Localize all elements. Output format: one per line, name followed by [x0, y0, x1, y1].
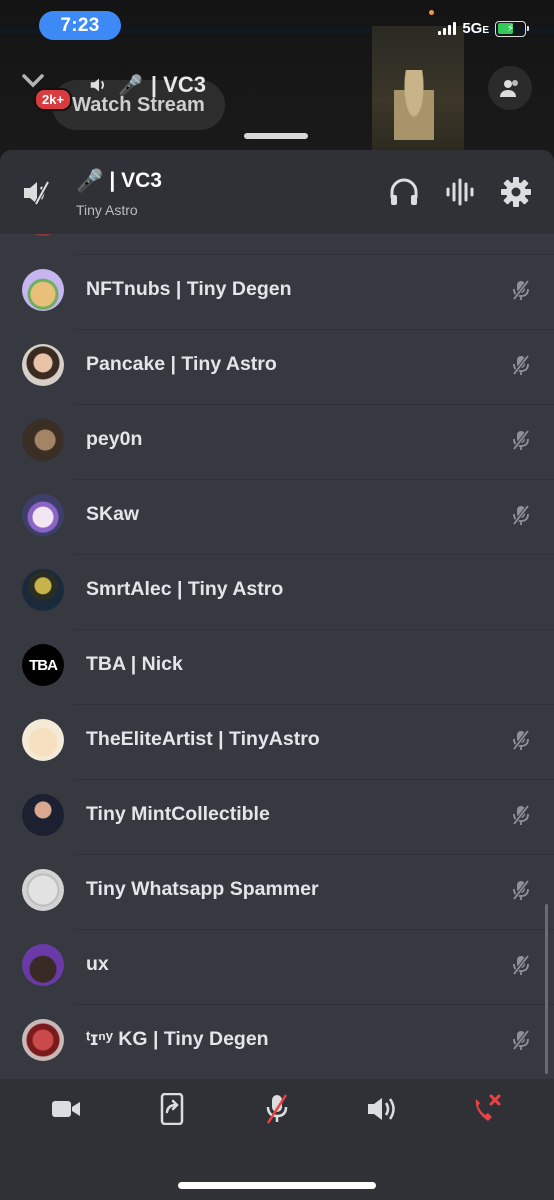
avatar: [22, 719, 64, 761]
status-time: 7:23: [39, 11, 121, 40]
screen-share-button[interactable]: [152, 1091, 192, 1127]
channel-subtitle: Tiny Astro: [76, 202, 138, 218]
voice-activity-icon: [446, 178, 474, 206]
list-item[interactable]: Tiny MintCollectible: [0, 779, 554, 854]
microphone-muted-icon: [266, 1094, 288, 1124]
privacy-indicator-dot: [429, 10, 434, 15]
mute-icon: [510, 879, 532, 901]
microphone-mute-button[interactable]: [257, 1091, 297, 1127]
member-name: Tiny Whatsapp Spammer: [86, 878, 319, 900]
screen-share-icon: [160, 1093, 184, 1125]
avatar: [22, 869, 64, 911]
notification-badge: 2k+: [34, 88, 73, 111]
member-name: ux: [86, 953, 109, 975]
voice-channel-sheet: 🎤 | VC3 Tiny Astro NFTnubs | Tiny Degen …: [0, 150, 554, 1200]
member-name: SKaw: [86, 503, 140, 525]
avatar: [22, 944, 64, 986]
mute-icon: [510, 954, 532, 976]
mute-icon: [510, 429, 532, 451]
list-item[interactable]: NFTnubs | Tiny Degen: [0, 254, 554, 329]
member-name: TBA | Nick: [86, 653, 183, 675]
list-item[interactable]: ᵗɪⁿʸ KG | Tiny Degen: [0, 1004, 554, 1079]
speaker-mute-icon: [24, 181, 50, 205]
mute-icon: [510, 504, 532, 526]
mute-icon: [510, 354, 532, 376]
list-item[interactable]: TheEliteArtist | TinyAstro: [0, 704, 554, 779]
avatar: [22, 1019, 64, 1061]
list-item[interactable]: [0, 234, 554, 254]
headphones-button[interactable]: [388, 176, 420, 213]
list-item[interactable]: Pancake | Tiny Astro: [0, 329, 554, 404]
settings-button[interactable]: [500, 176, 532, 213]
speaker-button[interactable]: [361, 1091, 401, 1127]
status-indicators: 5GE ⚡: [438, 20, 529, 37]
battery-icon: ⚡: [495, 20, 529, 37]
avatar: [22, 234, 64, 236]
mute-icon: [510, 279, 532, 301]
member-name: NFTnubs | Tiny Degen: [86, 278, 292, 300]
hang-up-icon: [475, 1094, 501, 1121]
background-channel-title: 🎤 | VC3: [88, 72, 206, 98]
gear-icon: [501, 177, 531, 207]
speaker-icon: [368, 1098, 395, 1120]
camera-button[interactable]: [46, 1091, 86, 1127]
speaker-icon: [90, 78, 105, 92]
cellular-signal-icon: [438, 22, 457, 35]
mute-icon: [510, 1029, 532, 1051]
mute-icon: [510, 804, 532, 826]
member-name: pey0n: [86, 428, 143, 450]
people-button[interactable]: [488, 66, 532, 110]
microphone-icon: 🎤: [76, 168, 104, 193]
avatar: [22, 494, 64, 536]
avatar: TBA: [22, 644, 64, 686]
member-name: Tiny MintCollectible: [86, 803, 270, 825]
voice-activity-button[interactable]: [444, 176, 476, 213]
speaker-button[interactable]: [22, 178, 54, 213]
home-indicator[interactable]: [178, 1182, 376, 1189]
voice-channel-header: 🎤 | VC3 Tiny Astro: [0, 150, 554, 234]
avatar: [22, 569, 64, 611]
member-name: TheEliteArtist | TinyAstro: [86, 728, 320, 750]
avatar-logo-text: TBA: [29, 656, 58, 674]
sheet-grabber[interactable]: [244, 133, 308, 139]
list-item[interactable]: TBA TBA | Nick: [0, 629, 554, 704]
mute-icon: [510, 729, 532, 751]
member-name: ᵗɪⁿʸ KG | Tiny Degen: [86, 1028, 269, 1050]
camera-icon: [52, 1101, 80, 1117]
list-item[interactable]: pey0n: [0, 404, 554, 479]
list-item[interactable]: SKaw: [0, 479, 554, 554]
scrollbar[interactable]: [545, 904, 548, 1074]
stream-video-thumbnail: [372, 26, 464, 151]
list-item[interactable]: ux: [0, 929, 554, 1004]
avatar: [22, 794, 64, 836]
network-type: 5GE: [462, 20, 489, 37]
member-name: SmrtAlec | Tiny Astro: [86, 578, 284, 600]
people-icon: [500, 80, 518, 97]
member-list[interactable]: NFTnubs | Tiny Degen Pancake | Tiny Astr…: [0, 234, 554, 1079]
avatar: [22, 419, 64, 461]
channel-title: 🎤 | VC3: [76, 168, 162, 193]
list-item[interactable]: SmrtAlec | Tiny Astro: [0, 554, 554, 629]
headphones-icon: [390, 178, 418, 205]
hang-up-button[interactable]: [466, 1091, 506, 1127]
member-name: Pancake | Tiny Astro: [86, 353, 277, 375]
avatar: [22, 344, 64, 386]
list-item[interactable]: Tiny Whatsapp Spammer: [0, 854, 554, 929]
avatar: [22, 269, 64, 311]
